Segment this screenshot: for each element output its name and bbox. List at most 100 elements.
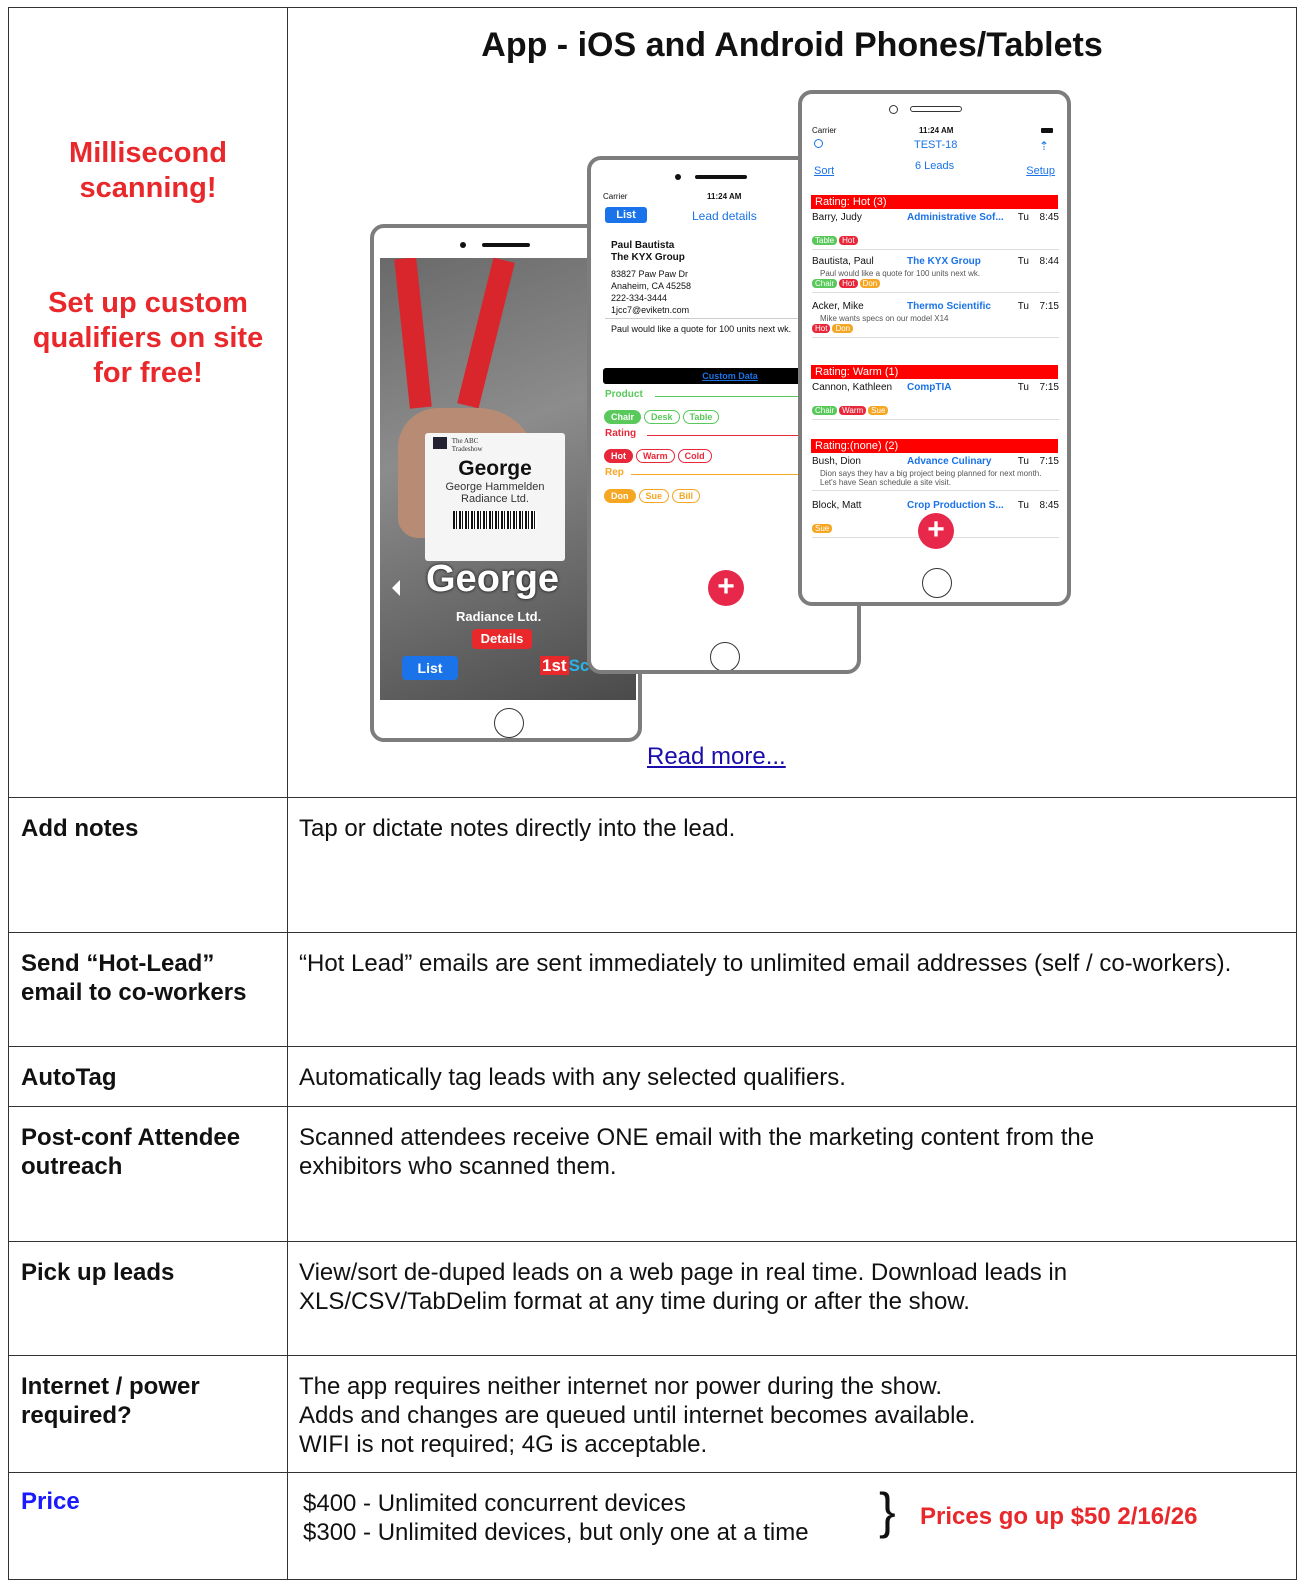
chip-cold[interactable]: Cold [677, 449, 712, 463]
price-cell: $400 - Unlimited concurrent devices $300… [287, 1472, 1297, 1580]
lead-day: Tu [1017, 301, 1029, 312]
status-carrier: Carrier [603, 192, 628, 201]
lead-note: Paul would like a quote for 100 units ne… [820, 269, 981, 278]
lead-tag: Hot [839, 236, 858, 245]
lead-email: 1jcc7@eviketn.com [611, 305, 690, 315]
status-carrier: Carrier [812, 126, 837, 135]
row-divider [812, 292, 1059, 293]
section-header-warm: Rating: Warm (1) [811, 365, 1058, 379]
badge-first-name: George [458, 457, 532, 480]
tagline-line: for free! [93, 357, 203, 389]
camera-dot [675, 174, 681, 180]
badge-show-line: The ABC [451, 437, 479, 445]
feature-description: View/sort de-duped leads on a web page i… [287, 1241, 1297, 1356]
lead-tag: Hot [839, 279, 858, 288]
sort-link[interactable]: Sort [814, 165, 834, 177]
status-time: 11:24 AM [707, 192, 742, 201]
lead-list-item[interactable]: Bush, Dion Advance Culinary Tu 7:15 Dion say… [812, 456, 1059, 491]
upload-icon[interactable]: ⇡ [1039, 139, 1049, 153]
page-title: App - iOS and Android Phones/Tablets [481, 26, 1103, 64]
price-increase-note: Prices go up $50 2/16/26 [920, 1503, 1198, 1530]
description-line: The app requires neither internet nor po… [299, 1373, 943, 1400]
feature-description: The app requires neither internet nor po… [287, 1355, 1297, 1473]
chip-hot[interactable]: Hot [604, 449, 633, 463]
list-button[interactable]: List [605, 207, 647, 223]
scanned-company: Radiance Ltd. [456, 609, 542, 624]
chip-desk[interactable]: Desk [644, 410, 680, 424]
feature-description: Automatically tag leads with any selecte… [287, 1046, 1297, 1107]
lead-tags: Table Hot [812, 235, 1059, 246]
feature-label: Send “Hot-Lead” email to co-workers [8, 932, 288, 1047]
lead-list-item[interactable]: Acker, Mike Thermo Scientific Tu 7:15 Mike w… [812, 301, 1059, 338]
home-button[interactable] [710, 642, 740, 670]
section-header-hot: Rating: Hot (3) [811, 195, 1058, 209]
lead-time: 8:45 [1039, 212, 1059, 223]
lead-company: Crop Production S... [907, 500, 1004, 511]
lead-day: Tu [1017, 456, 1029, 467]
lead-phone: 222-334-3444 [611, 293, 668, 303]
lead-tag: Chair [812, 279, 838, 288]
feature-description: Scanned attendees receive ONE email with… [287, 1106, 1297, 1242]
lead-time: 8:45 [1039, 500, 1059, 511]
table-row: AutoTag Automatically tag leads with any… [8, 1046, 1297, 1107]
details-button[interactable]: Details [472, 629, 532, 649]
back-arrow-icon[interactable] [392, 580, 400, 596]
lead-tag: Sue [868, 406, 889, 415]
lead-tag: Hot [812, 324, 831, 333]
battery-icon [1041, 128, 1053, 133]
read-more-link[interactable]: Read more... [647, 743, 786, 771]
chip-table[interactable]: Table [682, 410, 720, 424]
lanyard [394, 258, 432, 409]
camera-ring [889, 105, 898, 114]
setup-link[interactable]: Setup [1026, 165, 1055, 177]
lead-name: Cannon, Kathleen [812, 382, 893, 393]
qualifier-label-rep: Rep [605, 467, 624, 478]
lead-list-item[interactable]: Bautista, Paul The KYX Group Tu 8:44 Paul wo… [812, 256, 1059, 293]
add-lead-button[interactable]: + [918, 513, 954, 549]
search-icon[interactable] [814, 139, 823, 148]
price-label: Price [8, 1472, 288, 1580]
lead-tags: Chair Hot Don [812, 278, 1059, 289]
lead-tags: Chair Warm Sue [812, 405, 1059, 416]
lead-tag: Don [832, 324, 854, 333]
feature-table: Millisecond scanning! Set up custom qual… [8, 7, 1297, 1580]
table-row: Internet / power required? The app requi… [8, 1355, 1297, 1473]
chip-chair[interactable]: Chair [604, 410, 642, 424]
chip-bill[interactable]: Bill [672, 489, 701, 503]
feature-label: Internet / power required? [8, 1355, 288, 1473]
row-divider [812, 490, 1059, 491]
row-divider [812, 419, 1059, 420]
tagline-line: scanning! [79, 172, 217, 204]
lead-tag: Table [812, 236, 838, 245]
logo-mark: 1st [540, 656, 569, 675]
tagline-line: qualifiers on site [32, 322, 264, 354]
badge-full-name: George Hammelden [445, 481, 545, 493]
home-button[interactable] [494, 708, 524, 738]
table-row: Pick up leads View/sort de-duped leads o… [8, 1241, 1297, 1356]
rep-chips: Don Sue Bill [604, 486, 703, 504]
chip-warm[interactable]: Warm [636, 449, 675, 463]
lead-note[interactable]: Paul would like a quote for 100 units ne… [611, 324, 791, 334]
home-button[interactable] [922, 568, 952, 598]
lead-note: Dion says they hav a big project being p… [820, 469, 1042, 487]
rating-chips: Hot Warm Cold [604, 446, 715, 464]
lead-name: Barry, Judy [812, 212, 862, 223]
chip-sue[interactable]: Sue [638, 489, 670, 503]
tagline-line: Millisecond [69, 137, 227, 169]
lead-day: Tu [1017, 382, 1029, 393]
lead-company: Thermo Scientific [907, 301, 991, 312]
add-lead-button[interactable]: + [708, 570, 744, 606]
lead-company: Administrative Sof... [907, 212, 1004, 223]
lead-list-item[interactable]: Cannon, Kathleen CompTIA Tu 7:15 Chair Warm Su… [812, 382, 1059, 420]
lead-name: Paul Bautista [611, 240, 675, 251]
list-button[interactable]: List [402, 656, 458, 680]
table-row: Post-conf Attendee outreach Scanned atte… [8, 1106, 1297, 1242]
chip-don[interactable]: Don [604, 489, 636, 503]
lead-time: 7:15 [1039, 382, 1059, 393]
table-row: Add notes Tap or dictate notes directly … [8, 797, 1297, 933]
lead-name: Acker, Mike [812, 301, 864, 312]
lead-address2: Anaheim, CA 45258 [611, 281, 692, 291]
screen-title: Lead details [692, 209, 757, 223]
feature-label: Post-conf Attendee outreach [8, 1106, 288, 1242]
lead-list-item[interactable]: Barry, Judy Administrative Sof... Tu 8:45 Ta… [812, 212, 1059, 250]
